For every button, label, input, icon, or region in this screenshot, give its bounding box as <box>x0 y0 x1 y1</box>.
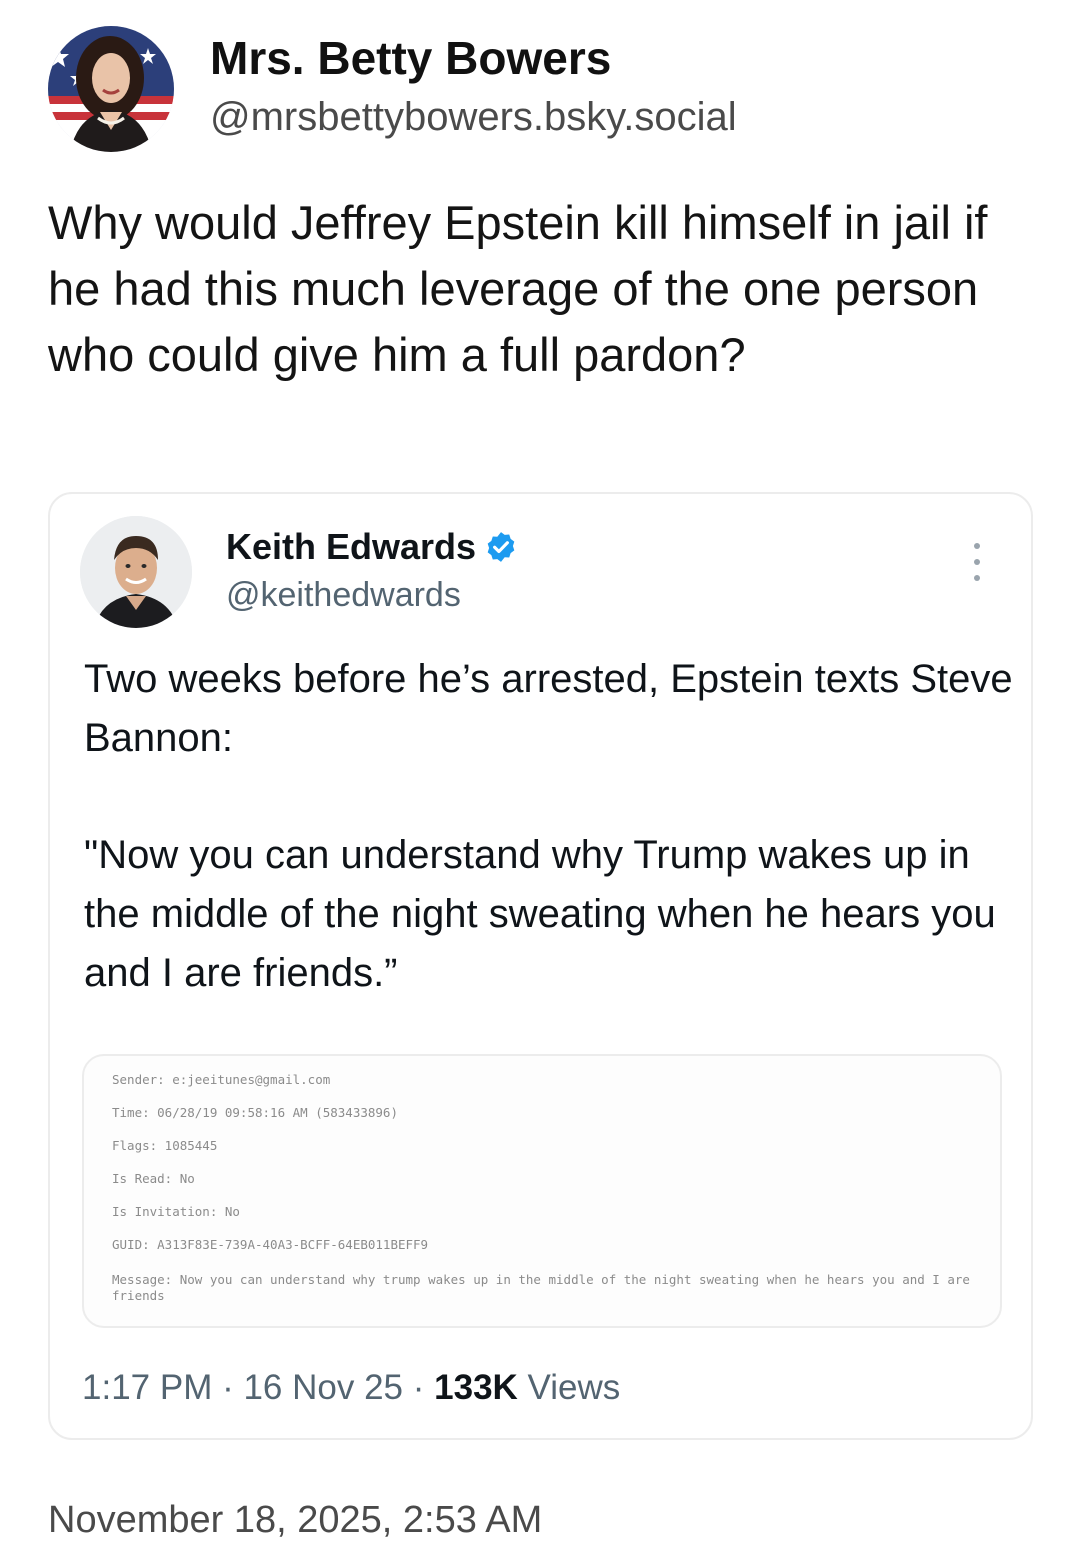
record-time: Time: 06/28/19 09:58:16 AM (583433896) <box>112 1105 398 1120</box>
embedded-tweet-card[interactable]: Keith Edwards @keithedwards Two weeks be… <box>48 492 1033 1440</box>
author-name[interactable]: Mrs. Betty Bowers <box>210 28 737 88</box>
views-label: Views <box>517 1368 621 1407</box>
quoted-text-paragraph-2: "Now you can understand why Trump wakes … <box>84 833 1007 995</box>
embedded-tweet-header: Keith Edwards @keithedwards <box>80 516 518 628</box>
verified-badge-icon <box>487 532 515 562</box>
quoted-author-block: Keith Edwards @keithedwards <box>226 524 518 618</box>
record-is-read: Is Read: No <box>112 1171 195 1186</box>
quoted-date[interactable]: 16 Nov 25 <box>243 1368 403 1407</box>
record-flags: Flags: 1085445 <box>112 1138 218 1153</box>
post-body-text: Why would Jeffrey Epstein kill himself i… <box>48 196 988 381</box>
record-is-invitation: Is Invitation: No <box>112 1204 240 1219</box>
quoted-author-handle[interactable]: @keithedwards <box>226 572 518 618</box>
record-guid: GUID: A313F83E-739A-40A3-BCFF-64EB011BEF… <box>112 1237 429 1252</box>
message-record-image[interactable]: Sender: e:jeeitunes@gmail.com Time: 06/2… <box>82 1054 1002 1328</box>
post-header: Mrs. Betty Bowers @mrsbettybowers.bsky.s… <box>48 26 737 152</box>
views-count: 133K <box>434 1368 518 1407</box>
quoted-author-avatar[interactable] <box>80 516 192 628</box>
quoted-author-name-row: Keith Edwards <box>226 524 518 570</box>
quoted-tweet-meta: 1:17 PM · 16 Nov 25 · 133K Views <box>82 1366 620 1410</box>
quoted-time[interactable]: 1:17 PM <box>82 1368 212 1407</box>
post-author-block: Mrs. Betty Bowers @mrsbettybowers.bsky.s… <box>210 28 737 144</box>
quoted-tweet-text: Two weeks before he’s arrested, Epstein … <box>84 650 1014 1003</box>
meta-separator: · <box>403 1368 435 1407</box>
quoted-author-name[interactable]: Keith Edwards <box>226 524 476 570</box>
more-vertical-icon[interactable] <box>967 540 987 584</box>
post-timestamp: November 18, 2025, 2:53 AM <box>48 1499 543 1541</box>
meta-separator: · <box>212 1368 244 1407</box>
author-avatar[interactable] <box>48 26 174 152</box>
quoted-text-paragraph-1: Two weeks before he’s arrested, Epstein … <box>84 657 1024 760</box>
record-sender: Sender: e:jeeitunes@gmail.com <box>112 1072 331 1087</box>
author-handle[interactable]: @mrsbettybowers.bsky.social <box>210 90 737 144</box>
record-message: Message: Now you can understand why trum… <box>112 1272 970 1303</box>
post-page: Mrs. Betty Bowers @mrsbettybowers.bsky.s… <box>0 0 1080 1555</box>
